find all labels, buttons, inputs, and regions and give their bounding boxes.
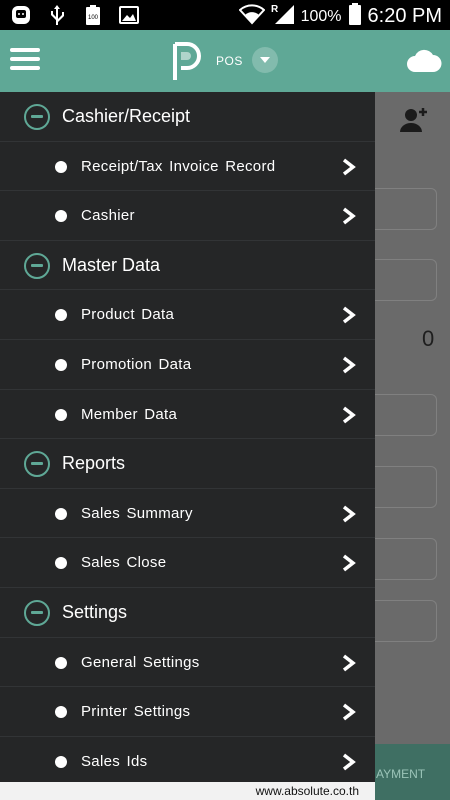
chevron-right-icon <box>342 307 356 324</box>
section-label: Master Data <box>62 254 161 275</box>
collapse-icon <box>24 600 50 626</box>
section-label: Settings <box>62 602 128 622</box>
chevron-right-icon <box>342 753 356 771</box>
chevron-right-icon <box>342 406 356 423</box>
bg-input-field <box>375 259 437 301</box>
section-cashier-receipt[interactable]: Cashier/Receipt <box>0 92 375 142</box>
chevron-right-icon <box>342 505 356 523</box>
app-name: POS <box>216 54 243 68</box>
chevron-down-icon <box>260 57 270 63</box>
menu-item-label: Cashier <box>81 207 135 225</box>
signal-icon: R <box>271 3 295 30</box>
bg-input-field <box>375 466 437 508</box>
menu-item-label: Printer Settings <box>81 703 191 721</box>
chevron-right-icon <box>342 207 356 225</box>
navigation-drawer: Cashier/Receipt Receipt/Tax Invoice Reco… <box>0 92 375 800</box>
footer-url[interactable]: www.absolute.co.th <box>256 784 359 798</box>
bg-input-field <box>375 600 437 642</box>
chevron-right-icon <box>342 356 356 374</box>
status-bar: 100 R 100% 6:20 PM <box>0 0 450 30</box>
clock: 6:20 PM <box>367 5 442 27</box>
menu-item-cashier[interactable]: Cashier <box>0 191 375 241</box>
menu-item-sales-ids[interactable]: Sales Ids <box>0 737 375 787</box>
menu-item-product-data[interactable]: Product Data <box>0 290 375 340</box>
bg-input-field <box>375 538 437 580</box>
bullet-icon <box>55 309 67 322</box>
chevron-right-icon <box>342 158 356 175</box>
svg-text:R: R <box>271 4 279 15</box>
messenger-icon <box>10 4 32 26</box>
cloud-sync-icon[interactable] <box>406 48 442 74</box>
menu-item-member-data[interactable]: Member Data <box>0 390 375 440</box>
bullet-icon <box>55 408 67 421</box>
chevron-right-icon <box>342 555 356 572</box>
section-settings[interactable]: Settings <box>0 588 375 638</box>
bg-value: 0 <box>422 326 435 351</box>
image-icon <box>118 4 140 26</box>
bullet-icon <box>55 359 67 371</box>
collapse-icon <box>24 252 50 279</box>
menu-icon[interactable] <box>10 48 40 74</box>
app-bar: POS <box>0 30 450 92</box>
bullet-icon <box>55 755 67 768</box>
usb-icon <box>46 4 68 26</box>
menu-item-label: Member Data <box>81 405 178 423</box>
collapse-icon <box>24 451 50 478</box>
menu-item-label: Receipt/Tax Invoice Record <box>81 157 276 175</box>
section-reports[interactable]: Reports <box>0 439 375 489</box>
battery-icon <box>348 2 362 31</box>
svg-text:100: 100 <box>88 15 99 21</box>
menu-item-label: Sales Close <box>81 554 167 572</box>
collapse-icon <box>24 104 50 130</box>
bullet-icon <box>55 160 67 173</box>
menu-item-general-settings[interactable]: General Settings <box>0 638 375 688</box>
app-switcher-dropdown[interactable] <box>252 47 278 73</box>
footer-url-bar: www.absolute.co.th <box>0 782 375 800</box>
section-label: Reports <box>62 453 126 474</box>
bullet-icon <box>55 706 67 719</box>
bullet-icon <box>55 656 67 669</box>
menu-item-label: Sales Ids <box>81 752 148 770</box>
menu-item-label: Product Data <box>81 306 175 324</box>
menu-item-label: Promotion Data <box>81 356 192 373</box>
bullet-icon <box>55 210 67 223</box>
bg-input-field <box>375 394 437 436</box>
battery-saver-icon: 100 <box>82 4 104 26</box>
section-label: Cashier/Receipt <box>62 106 191 126</box>
chevron-right-icon <box>342 703 356 721</box>
wifi-icon <box>238 3 266 30</box>
menu-item-receipt-tax-invoice-record[interactable]: Receipt/Tax Invoice Record <box>0 142 375 192</box>
menu-item-sales-close[interactable]: Sales Close <box>0 538 375 588</box>
chevron-right-icon <box>342 654 356 671</box>
bg-payment-label: AYMENT <box>376 767 426 781</box>
bullet-icon <box>55 557 67 570</box>
menu-item-sales-summary[interactable]: Sales Summary <box>0 489 375 539</box>
bg-input-field <box>375 188 437 230</box>
menu-item-label: Sales Summary <box>81 504 193 522</box>
section-master-data[interactable]: Master Data <box>0 241 375 291</box>
battery-percent: 100% <box>300 7 342 25</box>
app-logo <box>165 38 205 82</box>
add-user-icon[interactable] <box>400 106 428 134</box>
bullet-icon <box>55 507 67 520</box>
menu-item-printer-settings[interactable]: Printer Settings <box>0 687 375 737</box>
menu-item-label: General Settings <box>81 653 200 671</box>
menu-item-promotion-data[interactable]: Promotion Data <box>0 340 375 390</box>
